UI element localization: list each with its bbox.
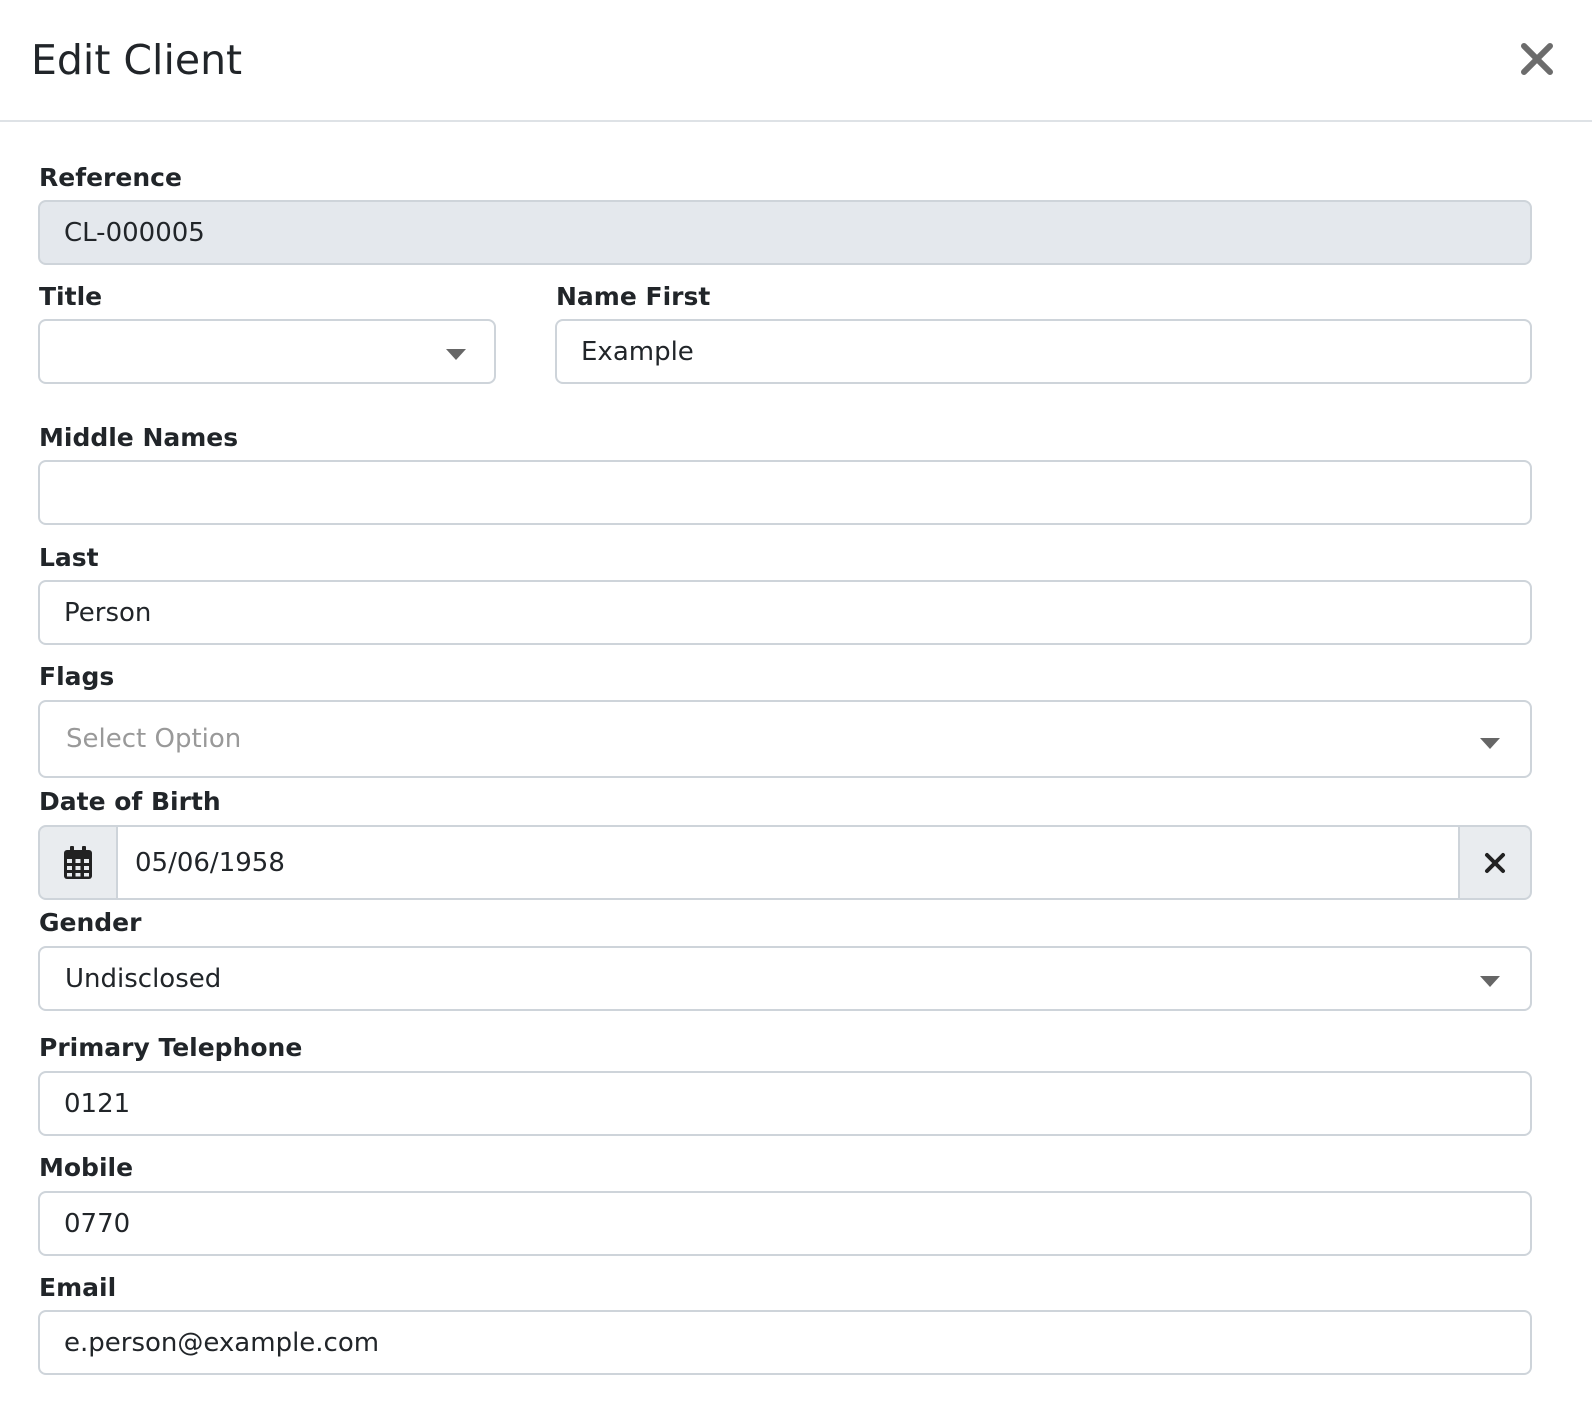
clear-dob-button[interactable] (1458, 825, 1532, 900)
close-button[interactable] (1520, 38, 1564, 82)
name-first-field[interactable]: Example (555, 319, 1532, 384)
last-name-field[interactable]: Person (38, 580, 1532, 645)
dob-field[interactable]: 05/06/1958 (116, 825, 1460, 900)
gender-label: Gender (39, 908, 142, 937)
chevron-down-icon (1480, 738, 1500, 749)
primary-telephone-field[interactable]: 0121 (38, 1071, 1532, 1136)
title-label: Title (39, 282, 103, 311)
chevron-down-icon (1480, 976, 1500, 987)
close-icon (1521, 43, 1553, 75)
name-first-label: Name First (556, 282, 711, 311)
mobile-field[interactable]: 0770 (38, 1191, 1532, 1256)
clear-icon (1485, 852, 1505, 873)
chevron-down-icon (446, 349, 466, 360)
last-label: Last (39, 543, 99, 572)
primary-telephone-value: 0121 (64, 1088, 131, 1119)
flags-placeholder: Select Option (66, 724, 242, 754)
email-field[interactable]: e.person@example.com (38, 1310, 1532, 1375)
middle-names-label: Middle Names (39, 423, 239, 452)
name-first-value: Example (581, 336, 694, 367)
reference-field[interactable]: CL-000005 (38, 200, 1532, 265)
title-select[interactable] (38, 319, 496, 384)
reference-label: Reference (39, 163, 182, 192)
modal-header: Edit Client (0, 0, 1592, 122)
primary-telephone-label: Primary Telephone (39, 1033, 303, 1062)
last-name-value: Person (64, 597, 152, 628)
dob-value: 05/06/1958 (135, 847, 285, 878)
gender-value: Undisclosed (65, 963, 222, 994)
email-value: e.person@example.com (64, 1327, 380, 1358)
calendar-button[interactable] (38, 825, 118, 900)
edit-client-modal: Edit Client Reference CL-000005 Title Na… (0, 0, 1592, 1424)
flags-label: Flags (39, 662, 115, 691)
calendar-icon (64, 845, 92, 879)
modal-title: Edit Client (31, 36, 243, 84)
gender-select[interactable]: Undisclosed (38, 946, 1532, 1011)
flags-select[interactable]: Select Option (38, 700, 1532, 778)
reference-value: CL-000005 (64, 217, 205, 248)
dob-label: Date of Birth (39, 787, 221, 816)
email-label: Email (39, 1273, 117, 1302)
middle-names-field[interactable] (38, 460, 1532, 525)
mobile-label: Mobile (39, 1153, 134, 1182)
mobile-value: 0770 (64, 1208, 131, 1239)
